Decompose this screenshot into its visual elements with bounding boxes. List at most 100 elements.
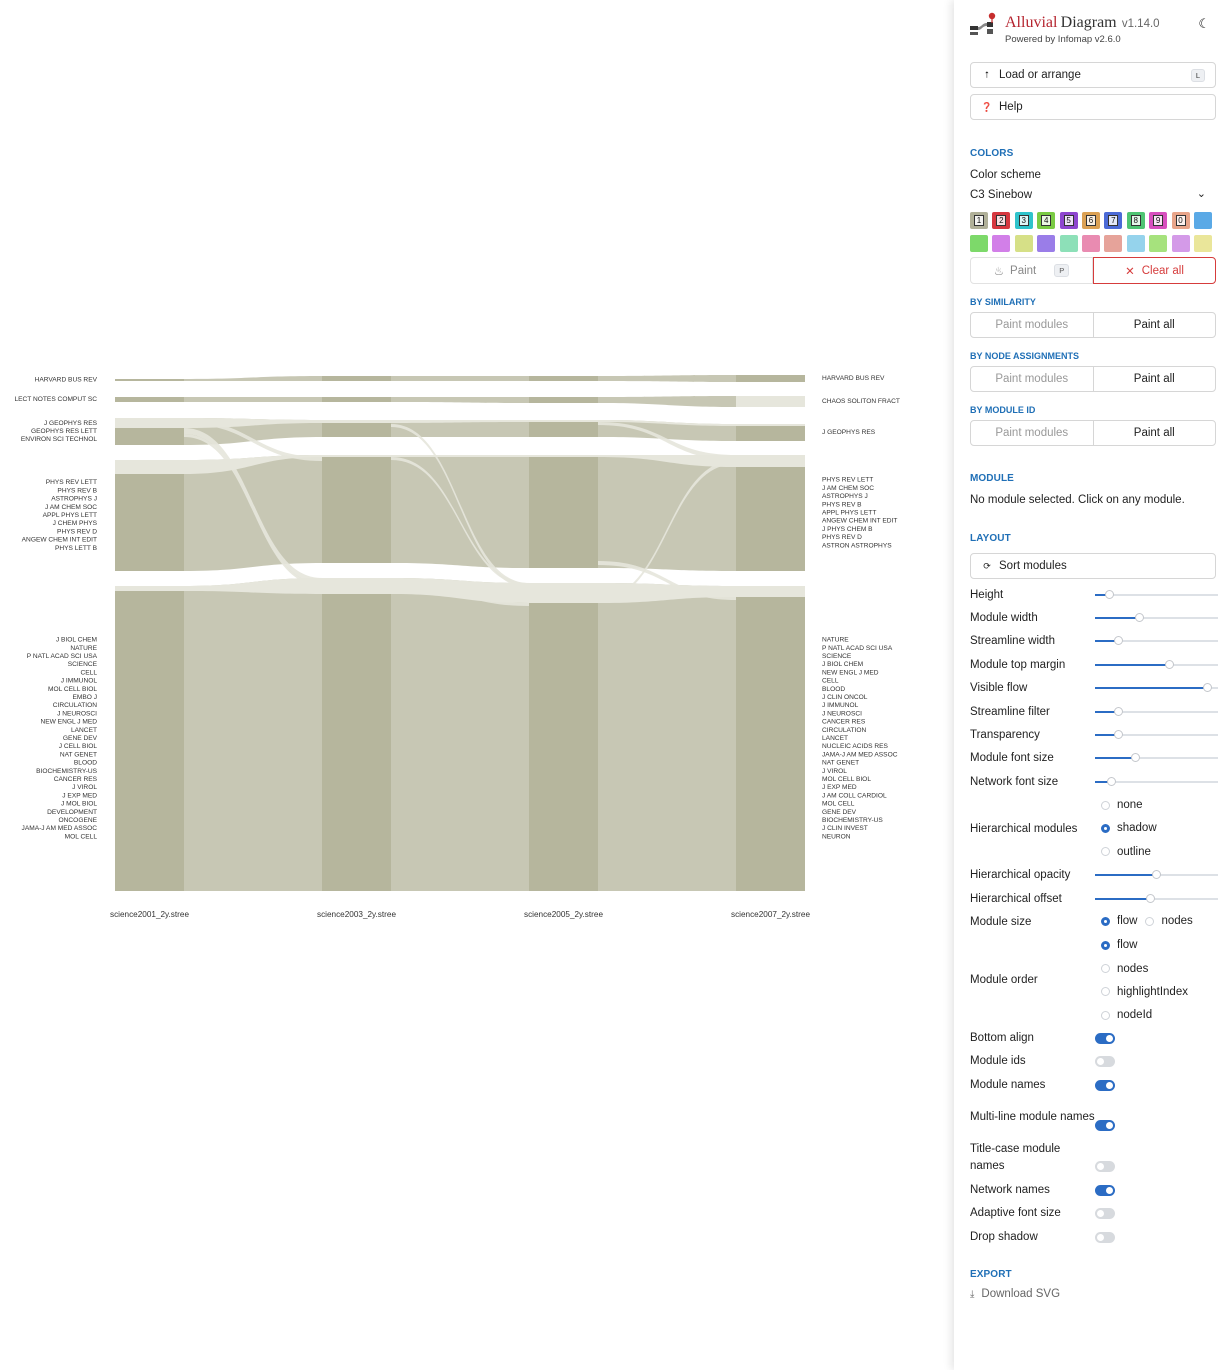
module-lect[interactable] xyxy=(529,397,598,403)
color-swatch[interactable] xyxy=(1149,235,1168,252)
module-highlight[interactable] xyxy=(736,424,805,426)
load-or-arrange-button[interactable]: ⭡ Load or arrange L xyxy=(970,62,1216,88)
flow-streamline[interactable] xyxy=(598,583,736,891)
module-biol[interactable] xyxy=(115,586,184,891)
module-size-option[interactable]: nodes xyxy=(1145,915,1193,927)
hierarchical-modules-option[interactable]: shadow xyxy=(1101,817,1157,840)
module-biol[interactable] xyxy=(322,578,391,891)
toggle-switch[interactable] xyxy=(1095,1231,1115,1243)
module-phys[interactable] xyxy=(736,455,805,571)
module-highlight[interactable] xyxy=(736,396,805,407)
module-phys[interactable] xyxy=(115,460,184,571)
slider-control[interactable] xyxy=(1094,776,1218,788)
module-harvard[interactable] xyxy=(736,375,805,382)
color-swatch[interactable]: 6 xyxy=(1081,212,1100,229)
toggle-switch[interactable] xyxy=(1095,1056,1115,1068)
color-swatch[interactable] xyxy=(1037,235,1056,252)
flow-streamline[interactable] xyxy=(391,376,529,381)
module-highlight[interactable] xyxy=(736,586,805,597)
slider-control[interactable] xyxy=(1094,752,1218,764)
flow-streamline[interactable] xyxy=(391,455,529,568)
slider-control[interactable] xyxy=(1094,682,1218,694)
color-swatch[interactable]: 1 xyxy=(970,212,988,229)
module-lect[interactable] xyxy=(115,397,184,402)
module-highlight[interactable] xyxy=(322,578,391,594)
module-order-option[interactable]: nodes xyxy=(1101,957,1188,980)
by-node-paint-modules-button[interactable]: Paint modules xyxy=(971,367,1094,391)
module-order-option[interactable]: nodeId xyxy=(1101,1004,1188,1027)
toggle-switch[interactable] xyxy=(1095,1119,1115,1131)
slider-control[interactable] xyxy=(1094,635,1218,647)
flow-streamline[interactable] xyxy=(391,397,529,403)
module-highlight[interactable] xyxy=(529,583,598,603)
color-swatch[interactable] xyxy=(970,235,988,252)
flow-streamline[interactable] xyxy=(184,397,322,402)
toggle-switch[interactable] xyxy=(1095,1185,1115,1197)
module-size-option[interactable]: flow xyxy=(1101,915,1137,927)
color-swatch[interactable]: 3 xyxy=(1014,212,1033,229)
color-swatch[interactable] xyxy=(1014,235,1033,252)
toggle-switch[interactable] xyxy=(1095,1032,1115,1044)
module-biol[interactable] xyxy=(736,586,805,891)
module-biol[interactable] xyxy=(529,583,598,891)
slider-control[interactable] xyxy=(1094,729,1218,741)
color-swatch[interactable]: 9 xyxy=(1149,212,1168,229)
color-swatch[interactable] xyxy=(992,235,1011,252)
alluvial-canvas[interactable]: HARVARD BUS REV LECT NOTES COMPUT SC J GEO… xyxy=(0,0,954,1370)
module-geophys[interactable] xyxy=(736,424,805,441)
module-lect[interactable] xyxy=(322,397,391,402)
module-highlight[interactable] xyxy=(115,460,184,474)
module-order-option[interactable]: flow xyxy=(1101,934,1188,957)
alluvial-diagram[interactable]: HARVARD BUS REV LECT NOTES COMPUT SC J GEO… xyxy=(0,0,954,1370)
by-similarity-paint-modules-button[interactable]: Paint modules xyxy=(971,313,1094,337)
module-phys[interactable] xyxy=(529,455,598,568)
color-swatch[interactable] xyxy=(1193,212,1212,229)
color-swatch[interactable]: 4 xyxy=(1037,212,1056,229)
hierarchical-opacity-slider[interactable] xyxy=(1094,869,1218,881)
highlight-streamline[interactable] xyxy=(391,455,529,457)
toggle-switch[interactable] xyxy=(1095,1079,1115,1091)
hierarchical-offset-slider[interactable] xyxy=(1094,893,1218,905)
hierarchical-modules-option[interactable]: outline xyxy=(1101,840,1157,863)
clear-all-button[interactable]: ✕ Clear all xyxy=(1093,257,1216,284)
module-harvard[interactable] xyxy=(322,376,391,381)
color-swatch[interactable] xyxy=(1193,235,1212,252)
module-highlight[interactable] xyxy=(115,586,184,591)
module-harvard[interactable] xyxy=(529,376,598,381)
module-highlight[interactable] xyxy=(529,455,598,457)
hierarchical-modules-option[interactable]: none xyxy=(1101,794,1157,817)
slider-control[interactable] xyxy=(1094,612,1218,624)
color-swatch[interactable]: 5 xyxy=(1059,212,1078,229)
paint-button[interactable]: ♨ Paint P xyxy=(970,257,1093,284)
module-order-option[interactable]: highlightIndex xyxy=(1101,980,1188,1003)
download-svg-button[interactable]: ⤓ Download SVG xyxy=(970,1288,1218,1300)
color-swatch[interactable] xyxy=(1126,235,1145,252)
color-swatch[interactable]: 7 xyxy=(1104,212,1123,229)
color-swatch[interactable]: 2 xyxy=(992,212,1011,229)
color-swatch[interactable] xyxy=(1104,235,1123,252)
by-similarity-paint-all-button[interactable]: Paint all xyxy=(1094,313,1216,337)
module-highlight[interactable] xyxy=(322,420,391,423)
module-highlight[interactable] xyxy=(529,420,598,422)
slider-control[interactable] xyxy=(1094,589,1218,601)
flow-streamline[interactable] xyxy=(184,578,322,891)
module-geophys[interactable] xyxy=(529,420,598,437)
toggle-switch[interactable] xyxy=(1095,1160,1115,1172)
color-swatch[interactable] xyxy=(1171,235,1190,252)
module-highlight[interactable] xyxy=(322,455,391,457)
slider-control[interactable] xyxy=(1094,659,1218,671)
help-button[interactable]: ❓ Help xyxy=(970,94,1216,120)
by-node-paint-all-button[interactable]: Paint all xyxy=(1094,367,1216,391)
color-scheme-select[interactable]: C3 Sinebow ⌄ xyxy=(970,188,1218,207)
color-swatch[interactable] xyxy=(1059,235,1078,252)
color-swatch[interactable] xyxy=(1081,235,1100,252)
module-phys[interactable] xyxy=(322,455,391,563)
module-harvard[interactable] xyxy=(115,379,184,381)
sort-modules-button[interactable]: ⟳ Sort modules xyxy=(970,553,1216,579)
flow-streamline[interactable] xyxy=(391,578,529,891)
flow-streamline[interactable] xyxy=(184,376,322,381)
module-highlight[interactable] xyxy=(736,455,805,467)
color-swatch[interactable]: 0 xyxy=(1171,212,1190,229)
color-swatch[interactable]: 8 xyxy=(1126,212,1145,229)
by-module-id-paint-all-button[interactable]: Paint all xyxy=(1094,421,1216,445)
